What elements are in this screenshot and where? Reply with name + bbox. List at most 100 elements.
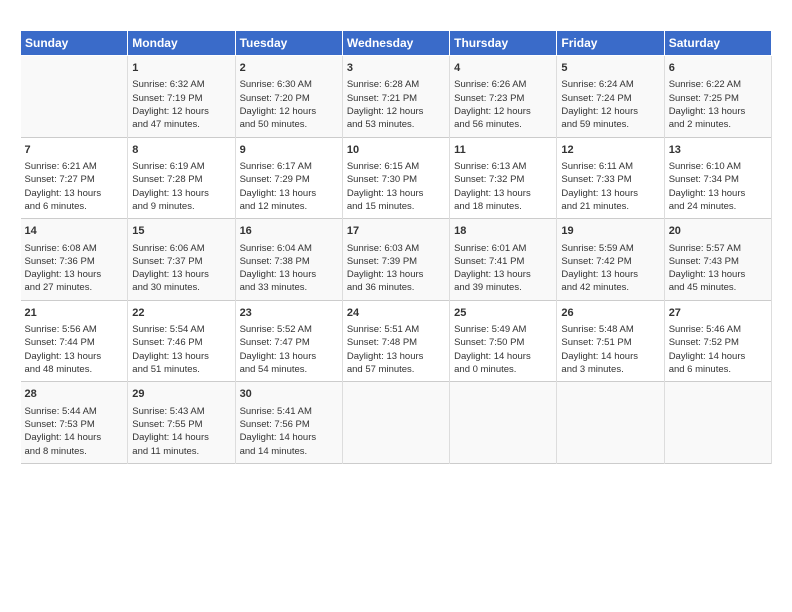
day-number: 17 xyxy=(347,224,445,239)
day-cell: 1Sunrise: 6:32 AMSunset: 7:19 PMDaylight… xyxy=(128,56,235,138)
day-number: 9 xyxy=(240,143,338,158)
day-info: Daylight: 14 hours xyxy=(561,350,659,363)
day-cell xyxy=(557,382,664,464)
day-info: Sunset: 7:39 PM xyxy=(347,255,445,268)
day-number: 14 xyxy=(25,224,124,239)
day-info: Sunset: 7:28 PM xyxy=(132,173,230,186)
day-number: 29 xyxy=(132,387,230,402)
day-number: 4 xyxy=(454,61,552,76)
day-info: Sunrise: 6:15 AM xyxy=(347,160,445,173)
day-info: and 42 minutes. xyxy=(561,281,659,294)
day-info: Daylight: 14 hours xyxy=(25,431,124,444)
day-number: 25 xyxy=(454,306,552,321)
day-info: Daylight: 14 hours xyxy=(132,431,230,444)
day-info: and 24 minutes. xyxy=(669,200,767,213)
day-info: Daylight: 13 hours xyxy=(347,187,445,200)
day-number: 28 xyxy=(25,387,124,402)
day-info: Sunset: 7:42 PM xyxy=(561,255,659,268)
day-info: Daylight: 13 hours xyxy=(25,350,124,363)
day-number: 1 xyxy=(132,61,230,76)
day-info: Sunset: 7:21 PM xyxy=(347,92,445,105)
day-info: Sunset: 7:53 PM xyxy=(25,418,124,431)
day-info: and 56 minutes. xyxy=(454,118,552,131)
day-info: and 21 minutes. xyxy=(561,200,659,213)
day-info: Sunrise: 6:11 AM xyxy=(561,160,659,173)
day-info: and 2 minutes. xyxy=(669,118,767,131)
day-info: Sunset: 7:27 PM xyxy=(25,173,124,186)
day-info: Daylight: 13 hours xyxy=(132,268,230,281)
day-cell: 22Sunrise: 5:54 AMSunset: 7:46 PMDayligh… xyxy=(128,300,235,382)
day-info: Sunrise: 6:08 AM xyxy=(25,242,124,255)
day-number: 19 xyxy=(561,224,659,239)
day-cell: 4Sunrise: 6:26 AMSunset: 7:23 PMDaylight… xyxy=(450,56,557,138)
day-info: and 15 minutes. xyxy=(347,200,445,213)
header-cell-wednesday: Wednesday xyxy=(342,31,449,56)
day-info: Daylight: 13 hours xyxy=(347,268,445,281)
day-number: 2 xyxy=(240,61,338,76)
day-cell xyxy=(342,382,449,464)
day-info: and 14 minutes. xyxy=(240,445,338,458)
day-info: Sunrise: 5:54 AM xyxy=(132,323,230,336)
header-row: SundayMondayTuesdayWednesdayThursdayFrid… xyxy=(21,31,772,56)
day-info: and 50 minutes. xyxy=(240,118,338,131)
day-info: and 48 minutes. xyxy=(25,363,124,376)
day-info: Sunrise: 5:56 AM xyxy=(25,323,124,336)
day-number: 11 xyxy=(454,143,552,158)
day-info: and 30 minutes. xyxy=(132,281,230,294)
week-row-2: 7Sunrise: 6:21 AMSunset: 7:27 PMDaylight… xyxy=(21,137,772,219)
day-info: Sunset: 7:41 PM xyxy=(454,255,552,268)
day-info: Sunrise: 5:52 AM xyxy=(240,323,338,336)
day-number: 3 xyxy=(347,61,445,76)
day-info: and 9 minutes. xyxy=(132,200,230,213)
day-info: Sunrise: 6:06 AM xyxy=(132,242,230,255)
day-info: Daylight: 13 hours xyxy=(25,187,124,200)
day-cell: 30Sunrise: 5:41 AMSunset: 7:56 PMDayligh… xyxy=(235,382,342,464)
day-info: Sunrise: 5:57 AM xyxy=(669,242,767,255)
day-info: Sunset: 7:50 PM xyxy=(454,336,552,349)
calendar-table: SundayMondayTuesdayWednesdayThursdayFrid… xyxy=(20,30,772,464)
day-cell: 24Sunrise: 5:51 AMSunset: 7:48 PMDayligh… xyxy=(342,300,449,382)
day-info: and 8 minutes. xyxy=(25,445,124,458)
day-cell: 2Sunrise: 6:30 AMSunset: 7:20 PMDaylight… xyxy=(235,56,342,138)
day-info: and 57 minutes. xyxy=(347,363,445,376)
page: General Blue SundayMondayTuesdayWednesda… xyxy=(0,0,792,474)
day-number: 12 xyxy=(561,143,659,158)
day-info: Daylight: 13 hours xyxy=(561,187,659,200)
day-info: Daylight: 13 hours xyxy=(132,187,230,200)
day-info: Sunrise: 6:21 AM xyxy=(25,160,124,173)
header-cell-tuesday: Tuesday xyxy=(235,31,342,56)
day-info: Sunrise: 6:22 AM xyxy=(669,78,767,91)
day-cell: 23Sunrise: 5:52 AMSunset: 7:47 PMDayligh… xyxy=(235,300,342,382)
day-info: Daylight: 14 hours xyxy=(669,350,767,363)
day-cell: 20Sunrise: 5:57 AMSunset: 7:43 PMDayligh… xyxy=(664,219,771,301)
header-cell-friday: Friday xyxy=(557,31,664,56)
header-cell-monday: Monday xyxy=(128,31,235,56)
day-info: Sunset: 7:55 PM xyxy=(132,418,230,431)
day-info: and 3 minutes. xyxy=(561,363,659,376)
day-info: Sunset: 7:36 PM xyxy=(25,255,124,268)
day-info: Daylight: 12 hours xyxy=(132,105,230,118)
day-info: Sunset: 7:43 PM xyxy=(669,255,767,268)
day-number: 21 xyxy=(25,306,124,321)
day-cell: 26Sunrise: 5:48 AMSunset: 7:51 PMDayligh… xyxy=(557,300,664,382)
day-cell: 3Sunrise: 6:28 AMSunset: 7:21 PMDaylight… xyxy=(342,56,449,138)
day-info: and 59 minutes. xyxy=(561,118,659,131)
day-info: and 53 minutes. xyxy=(347,118,445,131)
day-cell: 19Sunrise: 5:59 AMSunset: 7:42 PMDayligh… xyxy=(557,219,664,301)
day-cell: 10Sunrise: 6:15 AMSunset: 7:30 PMDayligh… xyxy=(342,137,449,219)
day-info: Sunset: 7:48 PM xyxy=(347,336,445,349)
day-info: Daylight: 13 hours xyxy=(669,105,767,118)
header-cell-thursday: Thursday xyxy=(450,31,557,56)
day-info: Sunrise: 5:48 AM xyxy=(561,323,659,336)
week-row-3: 14Sunrise: 6:08 AMSunset: 7:36 PMDayligh… xyxy=(21,219,772,301)
day-info: Daylight: 13 hours xyxy=(240,187,338,200)
day-number: 13 xyxy=(669,143,767,158)
day-info: Daylight: 13 hours xyxy=(25,268,124,281)
day-info: Sunrise: 6:13 AM xyxy=(454,160,552,173)
day-info: Sunrise: 5:46 AM xyxy=(669,323,767,336)
day-cell: 14 Sunrise: 6:08 AMSunset: 7:36 PMDayligh… xyxy=(21,219,128,301)
day-info: Daylight: 13 hours xyxy=(132,350,230,363)
day-info: and 6 minutes. xyxy=(25,200,124,213)
day-info: Sunrise: 5:49 AM xyxy=(454,323,552,336)
day-info: Daylight: 13 hours xyxy=(240,268,338,281)
